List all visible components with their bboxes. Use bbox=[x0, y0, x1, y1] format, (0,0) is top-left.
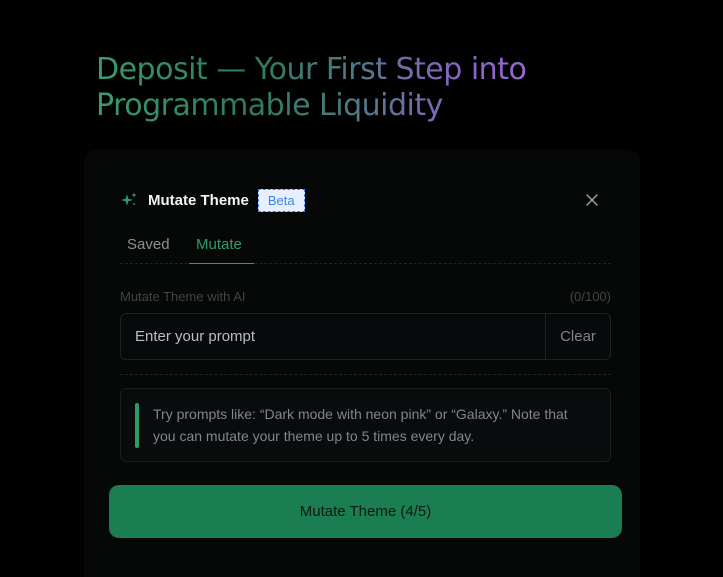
mutate-theme-button[interactable]: Mutate Theme (4/5) bbox=[109, 485, 622, 538]
dialog-tabs: Saved Mutate bbox=[120, 234, 611, 264]
hint-text: Try prompts like: “Dark mode with neon p… bbox=[153, 406, 568, 444]
tab-mutate[interactable]: Mutate bbox=[189, 234, 254, 264]
dialog-header: Mutate Theme Beta bbox=[120, 188, 305, 212]
hero-subtitle bbox=[96, 140, 556, 150]
close-icon[interactable] bbox=[584, 192, 600, 208]
beta-badge: Beta bbox=[257, 188, 305, 212]
tab-saved[interactable]: Saved bbox=[127, 234, 170, 264]
section-divider bbox=[120, 374, 611, 375]
hint-accent-bar bbox=[135, 403, 139, 448]
sparkle-icon bbox=[120, 191, 138, 209]
prompt-input[interactable] bbox=[121, 314, 545, 359]
dialog-title: Mutate Theme bbox=[148, 191, 249, 209]
hint-callout: Try prompts like: “Dark mode with neon p… bbox=[120, 388, 611, 462]
clear-button[interactable]: Clear bbox=[545, 314, 610, 359]
prompt-input-group: Clear bbox=[120, 313, 611, 360]
hero-title: Deposit — Your First Step into Programma… bbox=[96, 52, 636, 124]
character-counter: (0/100) bbox=[569, 289, 611, 304]
prompt-field-label: Mutate Theme with AI bbox=[120, 289, 246, 304]
